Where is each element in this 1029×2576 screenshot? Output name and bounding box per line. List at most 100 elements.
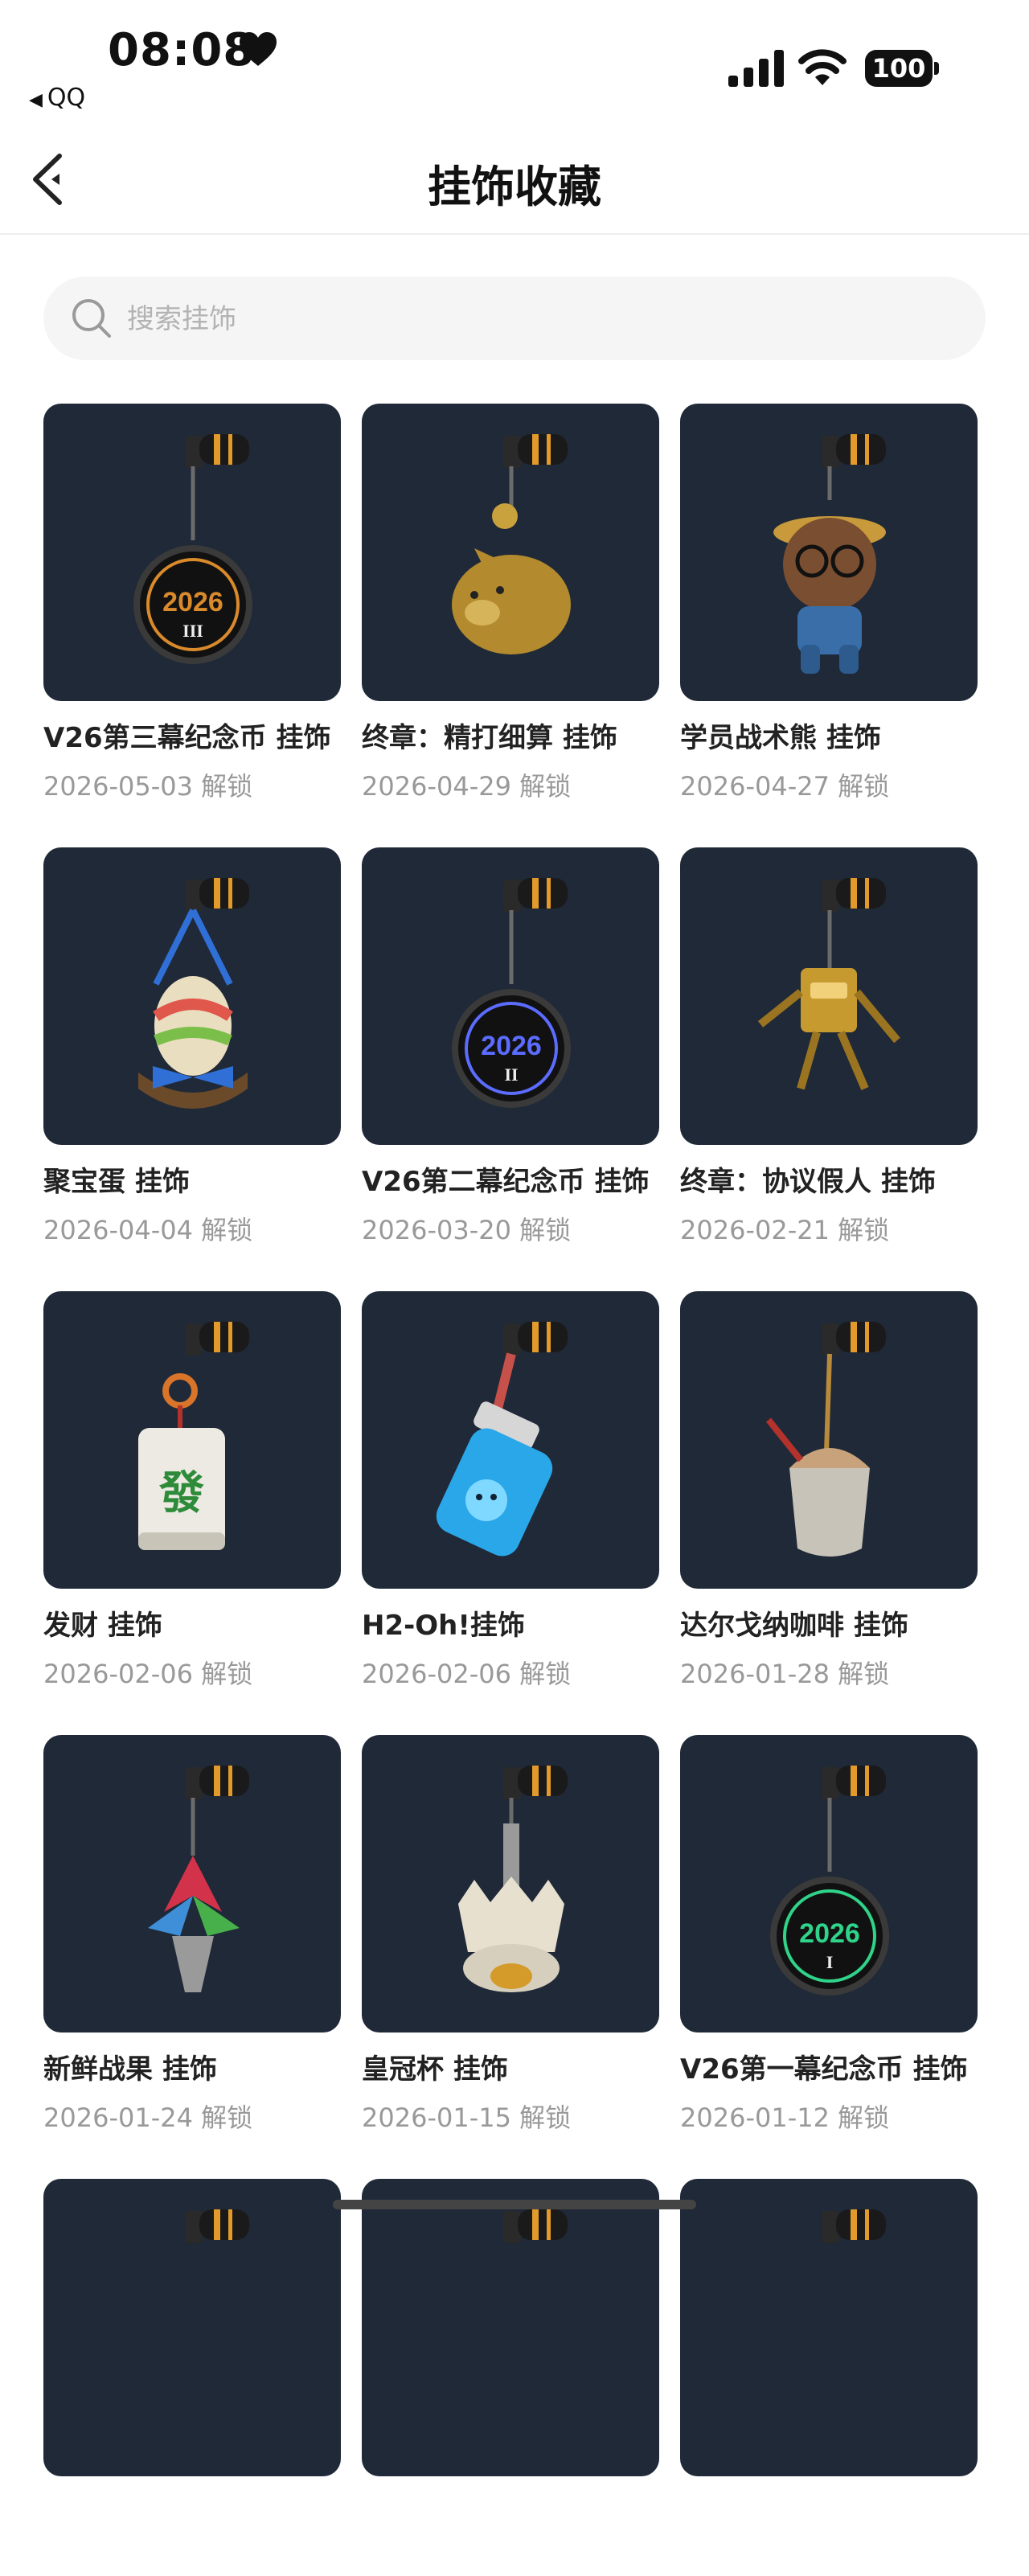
charm-thumbnail [362, 1291, 659, 1589]
keychain-clip [185, 1766, 249, 1799]
charm-card[interactable]: 發发财 挂饰 2026-02-06 解锁 [43, 1291, 341, 1689]
charm-card[interactable]: 2026 II V26第二幕纪念币 挂饰 2026-03-20 解锁 [362, 847, 659, 1245]
battery-level: 100 [865, 50, 933, 87]
charm-name: 新鲜战果 挂饰 [43, 2053, 217, 2086]
charm-image [452, 434, 571, 654]
back-triangle-icon: ◀ [29, 90, 43, 110]
battery-nub [934, 62, 939, 75]
charm-image [765, 1322, 886, 1557]
charm-card-partial[interactable] [43, 2179, 341, 2576]
charm-grid: 2026 III V26第三幕纪念币 挂饰 2026-05-03 解锁 终章：精打细算 … [43, 404, 992, 2576]
keychain-clip [503, 1766, 568, 1799]
charm-card[interactable]: 学员战术熊 挂饰 2026-04-27 解锁 [680, 404, 978, 802]
charm-unlock-date: 2026-03-20 解锁 [362, 1215, 572, 1245]
charm-thumbnail [43, 1735, 341, 2032]
search-bar[interactable] [43, 277, 986, 360]
svg-text:2026: 2026 [162, 587, 223, 617]
page-title: 挂饰收藏 [428, 162, 601, 212]
charm-image [138, 878, 249, 1109]
search-icon [72, 299, 111, 338]
status-bar: 08:08 ◀ QQ 100 [0, 0, 1029, 121]
charm-thumbnail [362, 1735, 659, 2032]
charm-name: 学员战术熊 挂饰 [680, 722, 881, 754]
charm-name: 皇冠杯 挂饰 [362, 2053, 508, 2086]
keychain-clip [822, 1766, 886, 1799]
charm-image [185, 2209, 249, 2243]
charm-thumbnail: 2026 II [362, 847, 659, 1145]
charm-unlock-date: 2026-02-06 解锁 [43, 1659, 253, 1689]
charm-image [436, 1322, 568, 1557]
charm-name: 终章：协议假人 挂饰 [680, 1166, 936, 1198]
charm-name: 达尔戈纳咖啡 挂饰 [680, 1610, 908, 1642]
svg-text:發: 發 [158, 1466, 204, 1520]
keychain-clip [185, 1322, 249, 1356]
charm-unlock-date: 2026-02-06 解锁 [362, 1659, 572, 1689]
charm-image: 2026 III [133, 434, 252, 664]
keychain-clip [822, 1322, 886, 1356]
svg-text:I: I [826, 1952, 834, 1972]
charm-thumbnail: 發 [43, 1291, 341, 1589]
charm-thumbnail [680, 1291, 978, 1589]
charm-card[interactable]: 聚宝蛋 挂饰 2026-04-04 解锁 [43, 847, 341, 1245]
heart-icon [240, 32, 277, 66]
cellular-signal-icon [728, 50, 784, 87]
keychain-clip [503, 2209, 568, 2243]
back-to-app-link[interactable]: ◀ QQ [29, 84, 85, 112]
nav-header: 挂饰收藏 [0, 129, 1029, 235]
charm-unlock-date: 2026-04-04 解锁 [43, 1215, 253, 1245]
charm-image [503, 2209, 568, 2243]
charm-image [822, 2209, 886, 2243]
charm-image [757, 878, 900, 1090]
charm-thumbnail [680, 2179, 978, 2476]
charm-card[interactable]: 皇冠杯 挂饰 2026-01-15 解锁 [362, 1735, 659, 2133]
home-indicator[interactable] [333, 2200, 696, 2209]
charm-card[interactable]: 新鲜战果 挂饰 2026-01-24 解锁 [43, 1735, 341, 2133]
charm-image: 2026 II [452, 878, 571, 1108]
svg-text:2026: 2026 [481, 1031, 542, 1061]
keychain-clip [185, 2209, 249, 2243]
charm-thumbnail: 2026 III [43, 404, 341, 701]
charm-name: 终章：精打细算 挂饰 [362, 722, 617, 754]
charm-unlock-date: 2026-02-21 解锁 [680, 1215, 890, 1245]
wifi-icon [798, 49, 847, 85]
charm-name: 聚宝蛋 挂饰 [43, 1166, 190, 1198]
charm-unlock-date: 2026-05-03 解锁 [43, 771, 253, 802]
charm-card[interactable]: 终章：精打细算 挂饰 2026-04-29 解锁 [362, 404, 659, 802]
svg-text:II: II [504, 1064, 518, 1085]
charm-unlock-date: 2026-04-29 解锁 [362, 771, 572, 802]
keychain-clip [822, 434, 886, 468]
search-input[interactable] [125, 291, 949, 347]
charm-card[interactable]: 达尔戈纳咖啡 挂饰 2026-01-28 解锁 [680, 1291, 978, 1689]
charm-thumbnail: 2026 I [680, 1735, 978, 2032]
charm-unlock-date: 2026-01-28 解锁 [680, 1659, 890, 1689]
charm-name: V26第一幕纪念币 挂饰 [680, 2053, 968, 2086]
charm-thumbnail [43, 2179, 341, 2476]
charm-card[interactable]: 终章：协议假人 挂饰 2026-02-21 解锁 [680, 847, 978, 1245]
charm-thumbnail [680, 404, 978, 701]
charm-name: 发财 挂饰 [43, 1610, 162, 1642]
charm-thumbnail [43, 847, 341, 1145]
charm-unlock-date: 2026-01-24 解锁 [43, 2102, 253, 2133]
charm-thumbnail [680, 847, 978, 1145]
charm-card[interactable]: 2026 I V26第一幕纪念币 挂饰 2026-01-12 解锁 [680, 1735, 978, 2133]
keychain-clip [822, 878, 886, 912]
charm-thumbnail [362, 2179, 659, 2476]
charm-card-partial[interactable] [680, 2179, 978, 2576]
charm-card[interactable]: H2-Oh!挂饰 2026-02-06 解锁 [362, 1291, 659, 1689]
charm-unlock-date: 2026-04-27 解锁 [680, 771, 890, 802]
charm-image [458, 1766, 568, 1992]
charm-unlock-date: 2026-01-12 解锁 [680, 2102, 890, 2133]
keychain-clip [503, 878, 568, 912]
charm-card-partial[interactable] [362, 2179, 659, 2576]
keychain-clip [185, 878, 249, 912]
status-time: 08:08 [108, 24, 256, 76]
charm-name: H2-Oh!挂饰 [362, 1610, 525, 1642]
keychain-clip [503, 434, 568, 468]
charm-thumbnail [362, 404, 659, 701]
charm-image: 發 [138, 1322, 249, 1550]
charm-name: V26第二幕纪念币 挂饰 [362, 1166, 650, 1198]
svg-text:2026: 2026 [799, 1918, 860, 1949]
keychain-clip [503, 1322, 568, 1356]
charm-card[interactable]: 2026 III V26第三幕纪念币 挂饰 2026-05-03 解锁 [43, 404, 341, 802]
charm-image: 2026 I [770, 1766, 889, 1996]
